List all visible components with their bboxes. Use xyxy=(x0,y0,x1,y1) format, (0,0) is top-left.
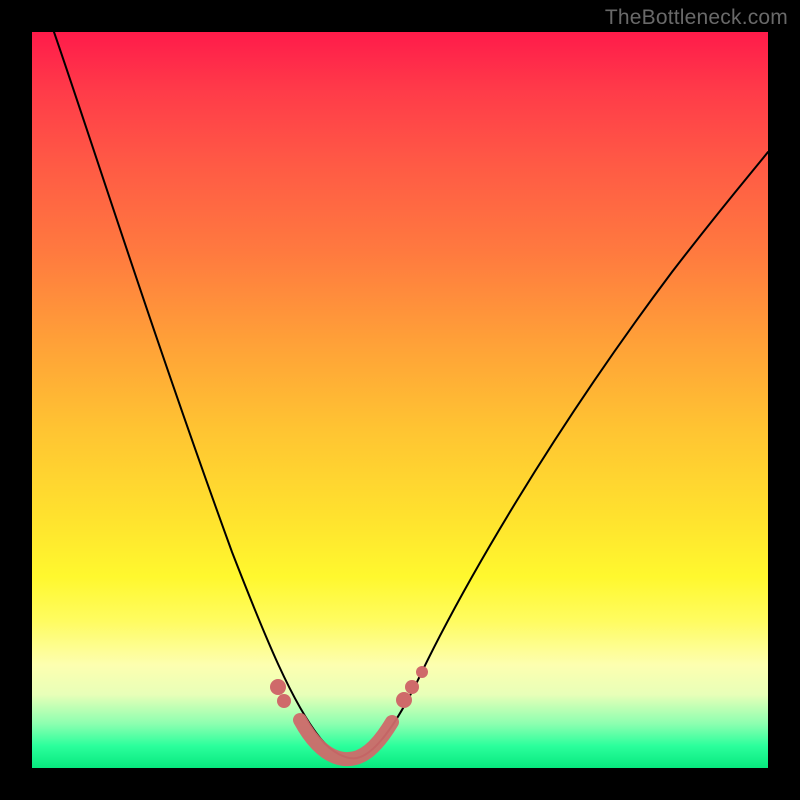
watermark-text: TheBottleneck.com xyxy=(605,6,788,30)
highlight-segment xyxy=(300,720,392,759)
plot-area xyxy=(32,32,768,768)
chart-frame: TheBottleneck.com xyxy=(0,0,800,800)
marker-dot xyxy=(270,679,286,695)
curve-line xyxy=(54,32,768,758)
marker-dot xyxy=(416,666,428,678)
marker-dot xyxy=(396,692,412,708)
bottleneck-curve xyxy=(32,32,768,768)
marker-dot xyxy=(405,680,419,694)
marker-dot xyxy=(277,694,291,708)
